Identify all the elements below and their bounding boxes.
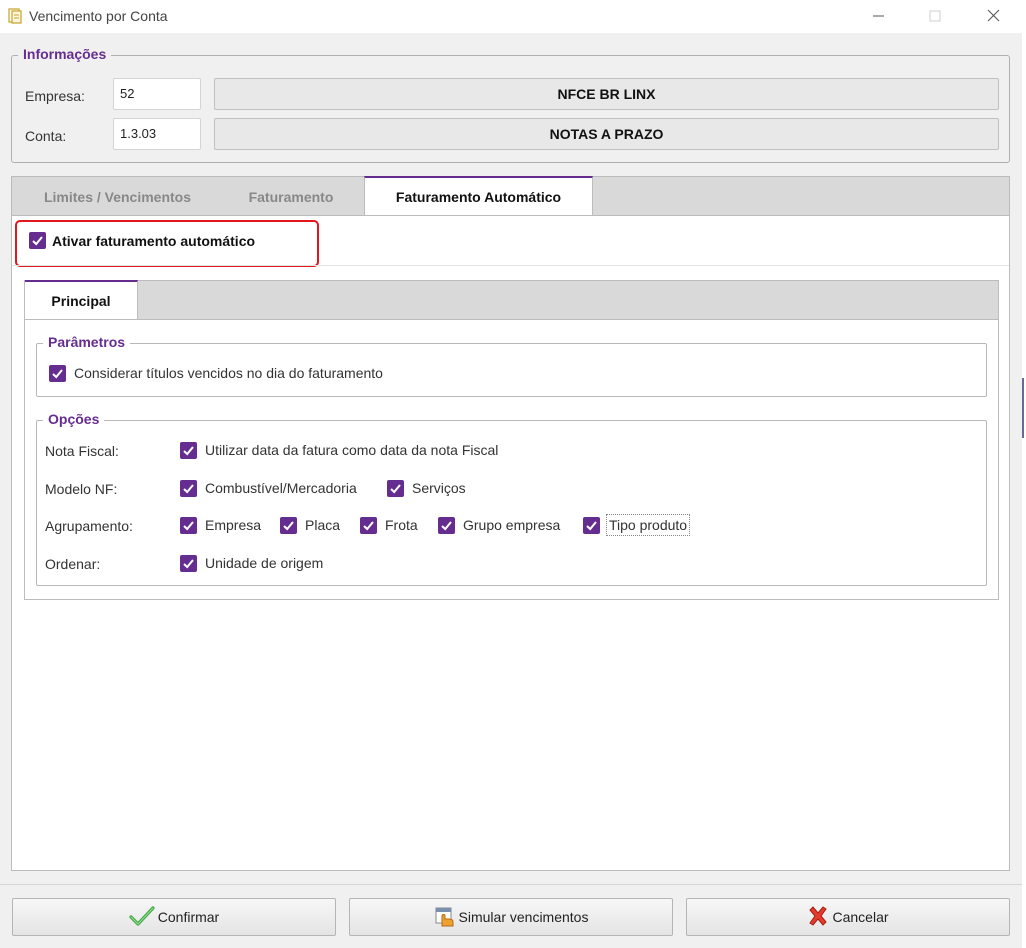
- info-legend: Informações: [18, 46, 112, 62]
- title-bar: Vencimento por Conta: [0, 0, 1026, 33]
- check-icon: [183, 559, 194, 569]
- empresa-label: Empresa:: [25, 88, 85, 104]
- tipo-produto-checkbox[interactable]: [583, 517, 600, 534]
- utilizar-data-fatura-label[interactable]: Utilizar data da fatura como data da not…: [205, 442, 498, 458]
- close-icon[interactable]: [978, 4, 1008, 28]
- modelo-nf-label: Modelo NF:: [45, 481, 118, 497]
- considerar-titulos-label[interactable]: Considerar títulos vencidos no dia do fa…: [74, 365, 383, 381]
- check-icon: [183, 484, 194, 494]
- opcoes-legend: Opções: [43, 411, 105, 427]
- tab-principal[interactable]: Principal: [25, 280, 138, 320]
- simulate-label: Simular vencimentos: [458, 909, 589, 925]
- main-tabbar: Limites / Vencimentos Faturamento Fatura…: [11, 176, 1010, 216]
- tab-faturamento-automatico[interactable]: Faturamento Automático: [364, 176, 593, 216]
- principal-panel: Parâmetros Opções: [24, 319, 999, 600]
- parametros-legend: Parâmetros: [43, 334, 131, 350]
- ordenar-label: Ordenar:: [45, 556, 101, 572]
- check-icon: [390, 484, 401, 494]
- grupo-empresa-checkbox[interactable]: [438, 517, 455, 534]
- check-icon: [363, 521, 374, 531]
- red-x-icon: [809, 906, 828, 927]
- conta-name-field: NOTAS A PRAZO: [214, 118, 999, 150]
- highlight-frame: [15, 220, 319, 267]
- check-icon: [441, 521, 452, 531]
- cancel-button[interactable]: Cancelar: [686, 898, 1010, 936]
- cancel-label: Cancelar: [832, 909, 889, 925]
- confirm-button[interactable]: Confirmar: [12, 898, 336, 936]
- tab-faturamento[interactable]: Faturamento: [225, 177, 357, 216]
- unidade-origem-label[interactable]: Unidade de origem: [205, 555, 323, 571]
- placa-checkbox[interactable]: [280, 517, 297, 534]
- combustivel-mercadoria-checkbox[interactable]: [180, 480, 197, 497]
- empresa-code-field[interactable]: 52: [113, 78, 201, 110]
- info-group: Informações Empresa: 52 NFCE BR LINX Con…: [11, 46, 1010, 163]
- tab-limites-vencimentos[interactable]: Limites / Vencimentos: [20, 177, 215, 216]
- servicos-label[interactable]: Serviços: [412, 480, 466, 496]
- section-divider: [12, 265, 1009, 266]
- tipo-produto-label[interactable]: Tipo produto: [606, 514, 691, 536]
- nota-fiscal-label: Nota Fiscal:: [45, 443, 119, 459]
- sub-tabbar: Principal: [24, 280, 999, 320]
- considerar-titulos-checkbox[interactable]: [49, 365, 66, 382]
- check-icon: [52, 369, 63, 379]
- unidade-origem-checkbox[interactable]: [180, 555, 197, 572]
- frota-checkbox[interactable]: [360, 517, 377, 534]
- footer-separator: [0, 884, 1022, 885]
- conta-code-field[interactable]: 1.3.03: [113, 118, 201, 150]
- window-title: Vencimento por Conta: [29, 8, 168, 24]
- edge-marker: [1022, 378, 1024, 438]
- empresa-checkbox[interactable]: [180, 517, 197, 534]
- document-icon: [8, 8, 22, 24]
- simulate-button[interactable]: Simular vencimentos: [349, 898, 673, 936]
- utilizar-data-fatura-checkbox[interactable]: [180, 442, 197, 459]
- combustivel-mercadoria-label[interactable]: Combustível/Mercadoria: [205, 480, 357, 496]
- grupo-empresa-label[interactable]: Grupo empresa: [463, 517, 560, 533]
- check-icon: [283, 521, 294, 531]
- calendar-hand-icon: [435, 907, 454, 927]
- servicos-checkbox[interactable]: [387, 480, 404, 497]
- maximize-icon[interactable]: [920, 4, 950, 28]
- frota-label[interactable]: Frota: [385, 517, 418, 533]
- window-edge: [1022, 33, 1026, 948]
- check-icon: [183, 521, 194, 531]
- conta-label: Conta:: [25, 128, 67, 144]
- empresa-option-label[interactable]: Empresa: [205, 517, 261, 533]
- empresa-name-field: NFCE BR LINX: [214, 78, 999, 110]
- agrupamento-label: Agrupamento:: [45, 518, 133, 534]
- confirm-label: Confirmar: [157, 909, 220, 925]
- check-icon: [183, 446, 194, 456]
- green-check-icon: [129, 906, 155, 926]
- check-icon: [586, 521, 597, 531]
- opcoes-group: Opções: [36, 411, 987, 586]
- minimize-icon[interactable]: [864, 4, 894, 28]
- placa-label[interactable]: Placa: [305, 517, 340, 533]
